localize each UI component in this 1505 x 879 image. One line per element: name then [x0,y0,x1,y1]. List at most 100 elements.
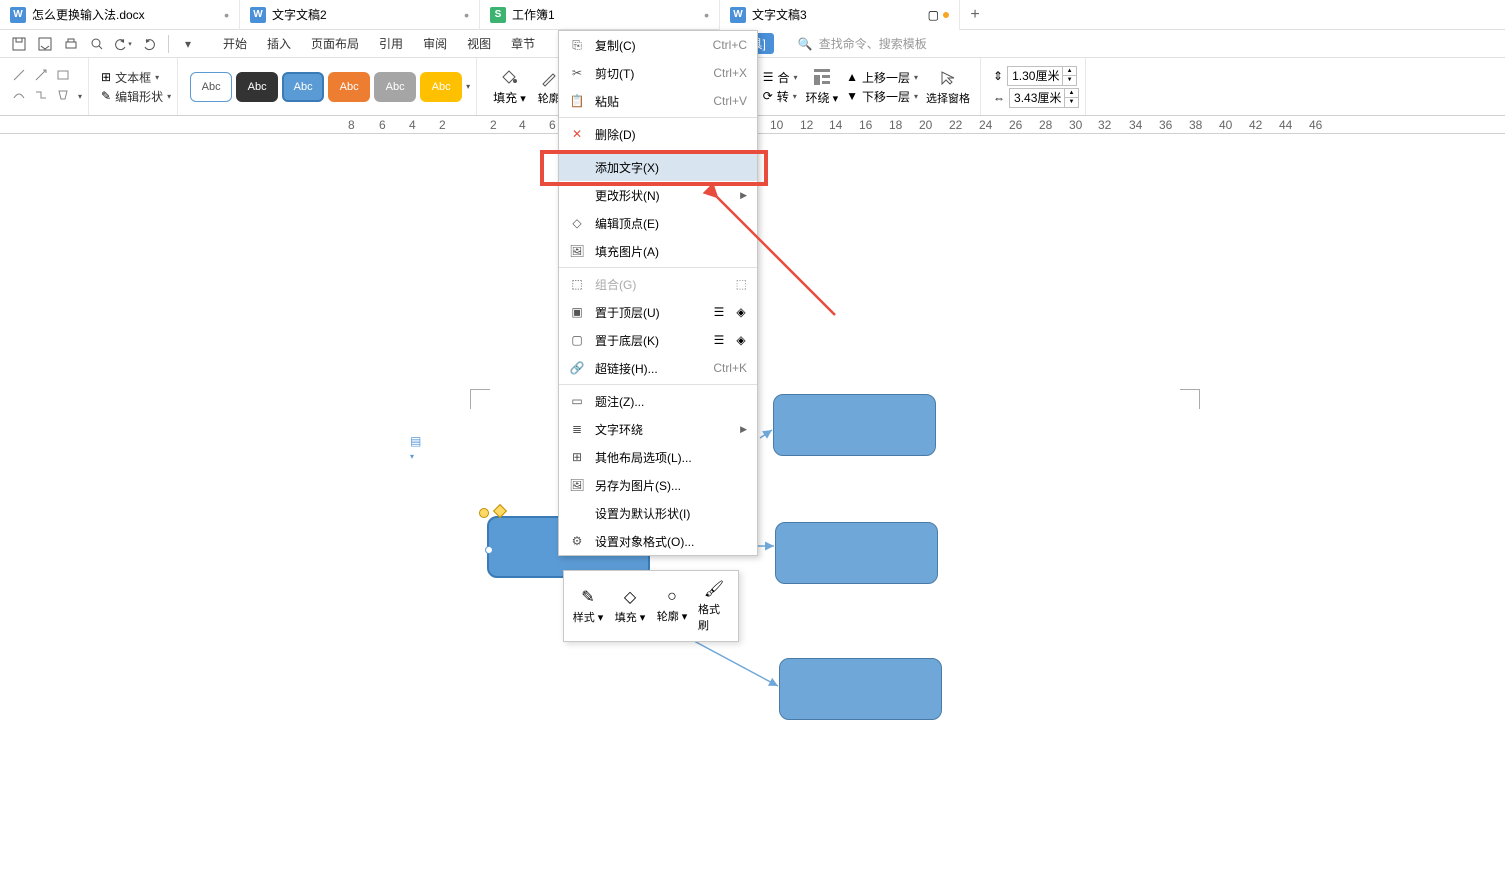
style-preset-5[interactable]: Abc [374,72,416,102]
tab-3[interactable]: S 工作簿1 • [480,0,720,30]
dropdown-icon[interactable]: ▾ [177,33,199,55]
spin-down[interactable]: ▼ [1064,98,1078,107]
tab-4[interactable]: W 文字文稿3 ▢ [720,0,960,30]
context-menu-item[interactable]: ⚙设置对象格式(O)... [559,527,757,555]
context-menu-item[interactable]: ≣文字环绕▶ [559,415,757,443]
width-input[interactable]: 3.43厘米 ▲▼ [1009,88,1079,108]
context-menu-item[interactable]: 🖼填充图片(A) [559,237,757,265]
mini-toolbar-button[interactable]: ◇填充 ▾ [610,575,650,637]
menu-section[interactable]: 章节 [511,35,535,52]
menu-item-label: 超链接(H)... [595,360,703,377]
layer-icon[interactable]: ◈ [733,332,749,348]
context-menu-item[interactable]: ◇编辑顶点(E) [559,209,757,237]
context-menu-item[interactable]: ⊞其他布局选项(L)... [559,443,757,471]
document-marker-icon[interactable]: ▤ ▾ [410,434,426,450]
picfill-icon: 🖼 [569,243,585,259]
rect-icon[interactable] [56,68,74,86]
rotate-handle[interactable] [479,508,489,518]
context-menu-item[interactable]: 更改形状(N)▶ [559,181,757,209]
search-box[interactable]: 🔍 查找命令、搜索模板 [798,35,927,52]
layer-icon[interactable]: ◈ [733,304,749,320]
extra-icon: ⬚ [736,277,747,291]
shape-rect[interactable] [775,522,938,584]
save-icon[interactable] [8,33,30,55]
style-preset-1[interactable]: Abc [190,72,232,102]
line-icon[interactable] [12,68,30,86]
menu-item-label: 添加文字(X) [595,159,747,176]
menu-bar: 开始 插入 页面布局 引用 审阅 视图 章节 [223,35,535,52]
editshape-label[interactable]: 编辑形状 [115,88,163,105]
rotate-icon[interactable]: ⟳ [763,89,773,103]
separator [559,150,757,151]
context-menu-item[interactable]: ▢置于底层(K)☰◈ [559,326,757,354]
bring-forward-icon[interactable]: ▲ [846,70,858,84]
mini-toolbar-button[interactable]: ○轮廓 ▾ [652,575,692,637]
align-icon[interactable]: ☰ [763,70,774,84]
menu-reference[interactable]: 引用 [379,35,403,52]
wrap-button[interactable]: 环绕 ▾ [802,67,843,106]
spin-up[interactable]: ▲ [1062,67,1076,77]
ruler-mark: 38 [1189,118,1202,132]
style-preset-6[interactable]: Abc [420,72,462,102]
spin-up[interactable]: ▲ [1064,89,1078,99]
layer-icon[interactable]: ☰ [711,304,727,320]
tab-2[interactable]: W 文字文稿2 • [240,0,480,30]
menu-pagelayout[interactable]: 页面布局 [311,35,359,52]
sub-icons: ☰◈ [711,332,749,348]
freeform-icon[interactable] [56,88,74,106]
menu-item-label: 剪切(T) [595,65,703,82]
chevron-down-icon[interactable]: ▾ [155,73,159,82]
context-menu-item[interactable]: ✕删除(D) [559,120,757,148]
curve-icon[interactable] [12,88,30,106]
tab-close-icon[interactable]: • [704,7,709,23]
menu-start[interactable]: 开始 [223,35,247,52]
menu-view[interactable]: 视图 [467,35,491,52]
textbox-label[interactable]: 文本框 [115,69,151,86]
add-tab-button[interactable]: + [960,0,990,30]
height-input[interactable]: 1.30厘米 ▲▼ [1007,66,1077,86]
menu-item-label: 编辑顶点(E) [595,215,747,232]
saveas-icon[interactable] [34,33,56,55]
style-preset-2[interactable]: Abc [236,72,278,102]
undo-icon[interactable]: ▾ [112,33,134,55]
layer-icon[interactable]: ☰ [711,332,727,348]
menu-insert[interactable]: 插入 [267,35,291,52]
spin-down[interactable]: ▼ [1062,76,1076,85]
connector-icon[interactable] [34,88,52,106]
shape-rect[interactable] [779,658,942,720]
arrow-icon[interactable] [34,68,52,86]
fill-button[interactable]: 填充 ▾ [489,67,530,106]
mini-toolbar-button[interactable]: ✎样式 ▾ [568,575,608,637]
mini-toolbar-button[interactable]: 🖌格式刷 [694,575,734,637]
editshape-icon[interactable]: ✎ [101,89,111,103]
context-menu-item[interactable]: 📋粘贴Ctrl+V [559,87,757,115]
print-icon[interactable] [60,33,82,55]
delete-icon: ✕ [569,126,585,142]
tab-close-icon[interactable]: • [224,7,229,23]
blank-icon [569,187,585,203]
style-preset-4[interactable]: Abc [328,72,370,102]
context-menu-item[interactable]: ▭题注(Z)... [559,387,757,415]
chevron-down-icon[interactable]: ▾ [167,92,171,101]
menu-review[interactable]: 审阅 [423,35,447,52]
redo-icon[interactable] [138,33,160,55]
resize-handle[interactable] [485,546,493,554]
preview-icon[interactable] [86,33,108,55]
context-menu-item[interactable]: ⎘复制(C)Ctrl+C [559,31,757,59]
chevron-down-icon[interactable]: ▾ [466,82,470,91]
style-preset-3[interactable]: Abc [282,72,324,102]
context-menu-item[interactable]: 设置为默认形状(I) [559,499,757,527]
textbox-icon[interactable]: ⊞ [101,70,111,84]
tab-close-icon[interactable]: • [464,7,469,23]
context-menu-item[interactable]: 添加文字(X) [559,153,757,181]
context-menu-item[interactable]: ▣置于顶层(U)☰◈ [559,298,757,326]
adjust-handle[interactable] [493,504,507,518]
context-menu-item[interactable]: 🔗超链接(H)...Ctrl+K [559,354,757,382]
send-backward-icon[interactable]: ▼ [846,89,858,103]
tab-1[interactable]: W 怎么更换输入法.docx • [0,0,240,30]
context-menu-item[interactable]: 🖼另存为图片(S)... [559,471,757,499]
context-menu-item[interactable]: ✂剪切(T)Ctrl+X [559,59,757,87]
selection-pane-button[interactable]: 选择窗格 [922,68,974,106]
chevron-down-icon[interactable]: ▾ [78,92,82,101]
shape-rect[interactable] [773,394,936,456]
